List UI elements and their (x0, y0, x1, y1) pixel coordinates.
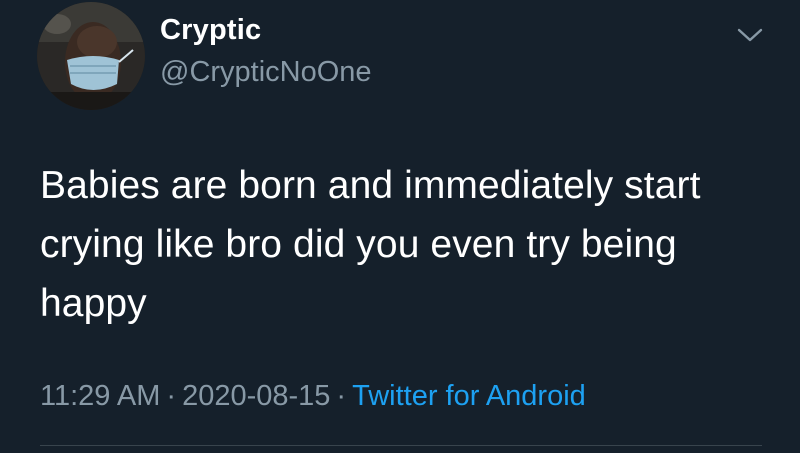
tweet-source-link[interactable]: Twitter for Android (352, 380, 586, 412)
tweet-date[interactable]: 2020-08-15 (182, 380, 330, 412)
display-name[interactable]: Cryptic (160, 14, 261, 47)
tweet-text: Babies are born and immediately start cr… (40, 164, 701, 325)
tweet-time[interactable]: 11:29 AM (40, 380, 160, 412)
avatar-image (37, 2, 145, 110)
tweet-card: Cryptic @CrypticNoOne Babies are born an… (0, 0, 800, 453)
divider (40, 445, 762, 446)
tweet-meta: 11:29 AM · 2020-08-15 · Twitter for Android (40, 380, 586, 413)
meta-separator: · (166, 380, 177, 412)
meta-separator: · (336, 380, 347, 412)
user-handle[interactable]: @CrypticNoOne (160, 56, 372, 89)
avatar[interactable] (37, 2, 145, 110)
chevron-down-icon[interactable] (736, 26, 764, 44)
